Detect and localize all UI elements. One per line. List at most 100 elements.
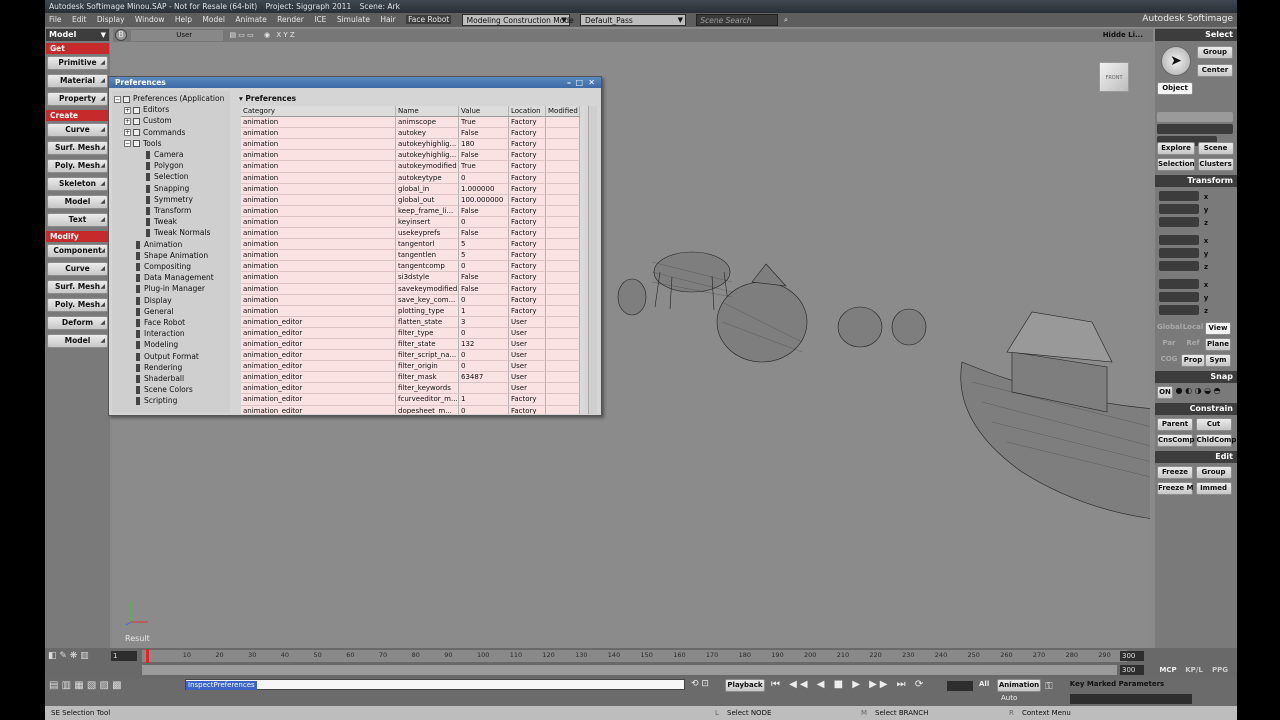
table-cell[interactable]: 0 [459,327,509,339]
table-cell[interactable] [546,316,580,328]
select-arrow-icon[interactable]: ➤ [1161,46,1191,76]
table-cell[interactable]: Factory [509,150,546,162]
table-row[interactable]: animation global_in 1.000000 Factory [241,183,585,195]
table-cell[interactable] [546,394,580,406]
playback-button[interactable]: Playback [725,679,765,692]
table-row[interactable]: animation tangentcomp 0 Factory [241,261,585,273]
table-cell[interactable]: filter_type [396,327,459,339]
chldcomp-button[interactable]: ChldComp [1195,434,1236,447]
camera-selector[interactable]: User [131,30,224,41]
column-header[interactable]: Name [396,106,459,118]
table-cell[interactable]: savekeymodified [396,283,459,295]
snap-options-icon[interactable]: ● ◐ ◑ ◒ ◓ [1176,386,1221,395]
table-cell[interactable]: Factory [509,183,546,195]
table-cell[interactable]: 0 [459,261,509,273]
snap-on-button[interactable]: ON [1157,386,1173,399]
property-button[interactable]: Property ◢ [47,92,108,106]
axis-label[interactable]: y [1201,250,1211,258]
table-cell[interactable] [546,361,580,373]
table-cell[interactable]: User [509,316,546,328]
display-options-icon[interactable]: ▤ ▭ ▭ [229,31,253,39]
table-cell[interactable] [546,327,580,339]
menu-model[interactable]: Model [202,15,225,24]
table-cell[interactable]: Factory [509,128,546,140]
table-row[interactable]: animation keyinsert 0 Factory [241,216,585,229]
table-cell[interactable]: 5 [459,250,509,262]
table-cell[interactable]: keep_frame_li... [396,205,459,217]
menu-file[interactable]: File [49,15,62,24]
axis-label[interactable]: x [1201,193,1211,201]
menu-window[interactable]: Window [135,15,165,24]
table-cell[interactable]: True [459,161,509,173]
table-cell[interactable]: animation [241,283,396,295]
pass-select[interactable]: Default_Pass ▼ [580,14,687,26]
tree-tool-item[interactable]: Snapping [146,183,189,194]
table-cell[interactable]: animation [241,294,396,306]
table-cell[interactable]: False [459,228,509,240]
table-cell[interactable]: autokeyhighlig... [396,139,459,151]
command-line-input[interactable]: InspectPreferences [185,679,685,690]
preferences-titlebar[interactable]: Preferences – □ ✕ [109,77,601,88]
range-slider[interactable] [142,665,1117,675]
create-text-button[interactable]: Text ◢ [47,213,108,227]
freeze-button[interactable]: Freeze [1157,466,1193,479]
transport-controls[interactable]: ⏮ ◀◀ ◀ ■ ▶ ▶▶ ⏭ ⟳ [771,679,926,690]
menu-edit[interactable]: Edit [72,15,87,24]
table-cell[interactable]: animation [241,194,396,206]
table-cell[interactable]: 100.000000 [459,194,509,206]
table-cell[interactable] [546,139,580,151]
table-row[interactable]: animation global_out 100.000000 Factory [241,194,585,206]
timeline-ruler[interactable]: 10 20 30 40 50 60 70 80 90 100 110 120 130 140 150 160 1… [142,650,1127,662]
material-button[interactable]: Material ◢ [47,74,108,88]
table-cell[interactable]: 5 [459,239,509,251]
end-frame-field-2[interactable]: 300 [1120,665,1144,675]
table-row[interactable]: animation_editor flatten_state 3 User [241,316,585,328]
table-cell[interactable]: animation [241,239,396,251]
modify-poly-mesh-button[interactable]: Poly. Mesh ◢ [47,298,108,312]
viewport-b-icon[interactable]: B [115,29,127,41]
tree-item[interactable]: Shape Animation [136,250,208,261]
table-cell[interactable]: animation_editor [241,405,396,414]
table-cell[interactable]: fcurveeditor_m... [396,394,459,406]
local-button[interactable]: Local [1181,322,1205,335]
table-cell[interactable]: save_key_com... [396,294,459,306]
table-cell[interactable]: 0 [459,405,509,414]
primitive-button[interactable]: Primitive ◢ [47,56,108,70]
table-row[interactable]: animation autokeymodified True Factory [241,161,585,173]
scene-button[interactable]: Scene [1197,142,1234,155]
table-cell[interactable] [546,161,580,173]
table-row[interactable]: animation autokeyhighlig... False Factory [241,150,585,162]
par-button[interactable]: Par [1157,338,1181,351]
table-cell[interactable]: Factory [509,250,546,262]
cog-button[interactable]: COG [1157,354,1181,367]
scale-field[interactable] [1159,204,1199,214]
table-cell[interactable]: filter_state [396,338,459,351]
modify-deform-button[interactable]: Deform ◢ [47,316,108,330]
modify-component-button[interactable]: Component ◢ [47,244,108,258]
filter-field-dark[interactable] [1157,124,1233,134]
end-frame-field[interactable]: 300 [1120,651,1144,661]
keyframe-field[interactable] [1070,694,1192,704]
table-cell[interactable]: tangentcomp [396,261,459,273]
selection-button[interactable]: Selection [1157,158,1195,171]
menu-simulate[interactable]: Simulate [337,15,370,24]
table-cell[interactable]: dopesheet_m... [396,405,459,414]
table-cell[interactable]: Factory [509,394,546,406]
table-cell[interactable]: Factory [509,161,546,173]
menu-face-robot[interactable]: Face Robot [406,15,452,24]
table-row[interactable]: animation_editor filter_origin 0 User [241,361,585,373]
table-cell[interactable]: animation [241,139,396,151]
table-cell[interactable]: filter_keywords [396,383,459,395]
table-cell[interactable]: filter_mask [396,372,459,384]
table-cell[interactable]: Factory [509,239,546,251]
table-cell[interactable]: 180 [459,139,509,151]
table-cell[interactable] [546,272,580,284]
table-cell[interactable]: User [509,361,546,373]
column-header[interactable]: Modified [546,106,580,118]
table-row[interactable]: animation usekeyprefs False Factory [241,228,585,240]
tree-item[interactable]: Shaderball [136,373,184,384]
table-cell[interactable]: plotting_type [396,305,459,317]
table-cell[interactable] [546,372,580,384]
table-cell[interactable]: False [459,205,509,217]
translate-field[interactable] [1159,279,1199,289]
